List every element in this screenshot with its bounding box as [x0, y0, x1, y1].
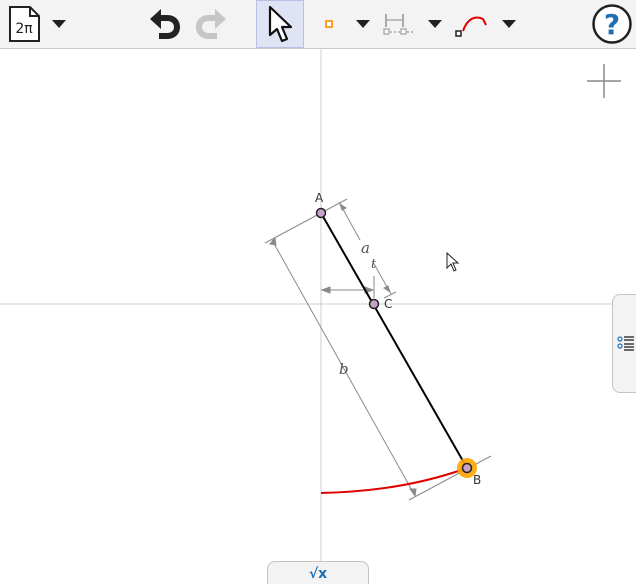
- algebra-input-tab[interactable]: √x: [267, 561, 369, 584]
- point-c-label: C: [384, 297, 393, 311]
- file-menu-dropdown[interactable]: [48, 0, 70, 48]
- locus-curve-icon: [455, 16, 487, 37]
- point-icon: [325, 20, 333, 28]
- point-a[interactable]: [315, 207, 327, 219]
- measurement-t-label: t: [371, 257, 377, 272]
- toolbar: 2π ?: [0, 0, 636, 49]
- pointer-arrow-icon: [268, 5, 293, 43]
- help-icon: ?: [592, 4, 632, 44]
- file-button[interactable]: 2π: [4, 0, 44, 48]
- chevron-down-icon: [52, 20, 66, 28]
- chevron-down-icon: [428, 20, 442, 28]
- chevron-down-icon: [356, 20, 370, 28]
- document-2pi-icon: 2π: [9, 6, 40, 42]
- svg-text:2π: 2π: [15, 21, 33, 37]
- svg-text:?: ?: [604, 8, 620, 41]
- measure-tool-button[interactable]: [380, 0, 416, 48]
- side-panel-toggle[interactable]: [612, 294, 636, 393]
- add-view-icon[interactable]: [587, 64, 621, 98]
- geometry-app: 2π ? A B C a b t √x: [0, 0, 636, 584]
- measurement-a-label: a: [361, 239, 370, 257]
- segment-ab[interactable]: [320, 212, 468, 469]
- measure-tool-dropdown[interactable]: [424, 0, 446, 48]
- point-tool-button[interactable]: [316, 0, 342, 48]
- help-button[interactable]: ?: [588, 0, 636, 48]
- point-c[interactable]: [368, 298, 380, 310]
- point-b-label: B: [473, 473, 482, 487]
- sqrt-x-icon: √x: [308, 565, 328, 582]
- undo-button[interactable]: [142, 0, 186, 48]
- locus-tool-button[interactable]: [452, 0, 492, 48]
- measure-distance-icon: [383, 14, 413, 35]
- move-tool-button[interactable]: [256, 0, 304, 48]
- undo-icon: [150, 9, 180, 39]
- locus-tool-dropdown[interactable]: [498, 0, 520, 48]
- point-b[interactable]: [461, 462, 473, 474]
- mouse-cursor-icon: [446, 251, 460, 272]
- graphics-svg: [0, 49, 636, 584]
- redo-icon: [196, 9, 226, 39]
- graphics-view[interactable]: A B C a b t: [0, 49, 636, 584]
- measurement-b-label: b: [339, 360, 349, 378]
- list-view-icon: [616, 335, 634, 351]
- point-a-label: A: [315, 191, 324, 205]
- chevron-down-icon: [502, 20, 516, 28]
- redo-button[interactable]: [190, 0, 234, 48]
- measurement-b-dimension: [264, 198, 492, 501]
- measurement-t-dimension: [320, 276, 375, 298]
- point-tool-dropdown[interactable]: [352, 0, 374, 48]
